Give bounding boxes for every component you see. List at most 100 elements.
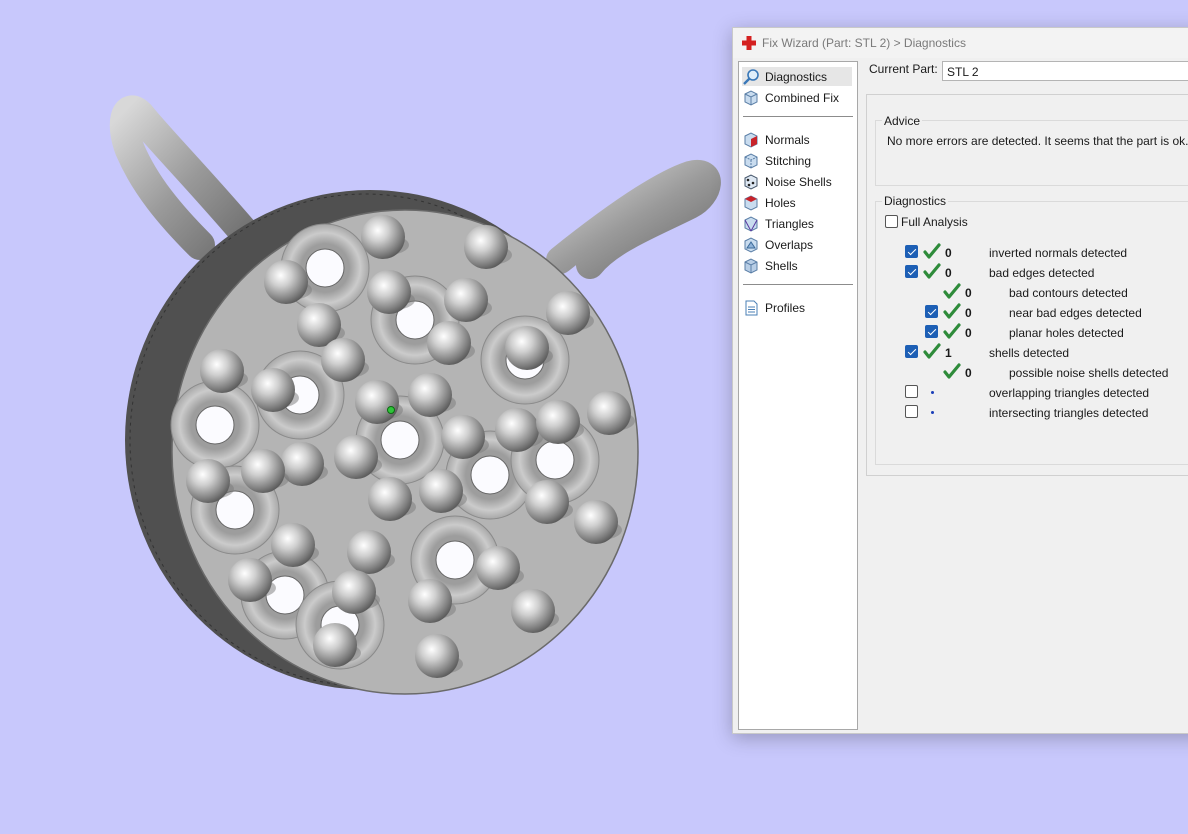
nav-item-combined-fix[interactable]: Combined Fix	[742, 88, 852, 107]
diagnostic-label: shells detected	[989, 346, 1070, 360]
diagnostic-count: 0	[965, 366, 972, 380]
diagnostic-checkbox[interactable]	[905, 385, 918, 398]
current-part-field[interactable]: STL 2	[942, 61, 1188, 81]
diagnostic-checkbox[interactable]	[905, 245, 918, 258]
ball	[464, 225, 508, 269]
nav-item-diagnostics[interactable]: Diagnostics	[742, 67, 852, 86]
diagnostic-checkbox[interactable]	[905, 345, 918, 358]
nav-item-normals[interactable]: Normals	[742, 130, 852, 149]
nav-item-label: Diagnostics	[765, 69, 828, 84]
diagnostic-label: possible noise shells detected	[1009, 366, 1169, 380]
not-run-dot-icon	[931, 411, 934, 414]
ball	[251, 368, 295, 412]
ball	[332, 570, 376, 614]
diagnostic-checkbox[interactable]	[905, 405, 918, 418]
diagnostics-title: Diagnostics	[882, 194, 949, 208]
fix-wizard-window: Fix Wizard (Part: STL 2) > Diagnostics D…	[732, 27, 1188, 734]
nav-item-holes[interactable]: Holes	[742, 193, 852, 212]
cube-icon	[744, 89, 758, 106]
ball	[444, 278, 488, 322]
triangles-icon	[744, 215, 758, 232]
ball	[408, 579, 452, 623]
diagnostic-label: overlapping triangles detected	[989, 386, 1150, 400]
ball	[361, 215, 405, 259]
diagnostic-label: bad edges detected	[989, 266, 1095, 280]
noise-shells-icon	[744, 173, 758, 190]
diagnostic-label: intersecting triangles detected	[989, 406, 1149, 420]
ball	[264, 260, 308, 304]
check-icon	[923, 263, 941, 279]
diagnostic-checkbox[interactable]	[925, 325, 938, 338]
nav-item-profiles[interactable]: Profiles	[742, 298, 852, 317]
stitching-icon	[744, 152, 758, 169]
full-analysis-label: Full Analysis	[901, 215, 968, 229]
diagnostic-checkbox[interactable]	[905, 265, 918, 278]
diagnostic-label: inverted normals detected	[989, 246, 1128, 260]
hole	[435, 540, 475, 580]
ball	[200, 349, 244, 393]
hole	[470, 455, 510, 495]
ball	[574, 500, 618, 544]
check-icon	[943, 363, 961, 379]
ball	[505, 326, 549, 370]
ball	[321, 338, 365, 382]
nav-item-shells[interactable]: Shells	[742, 256, 852, 275]
diagnostic-label: bad contours detected	[1009, 286, 1128, 300]
diagnostic-count: 0	[965, 306, 972, 320]
diagnostic-checkbox[interactable]	[925, 305, 938, 318]
magnifier-icon	[743, 68, 759, 85]
left-loop	[109, 95, 270, 260]
nav-item-label: Triangles	[765, 216, 814, 231]
ball	[536, 400, 580, 444]
document-icon	[745, 300, 758, 315]
normals-cube-icon	[744, 131, 758, 148]
hole	[380, 420, 420, 460]
diagnostic-count: 0	[965, 286, 972, 300]
pivot-point-icon	[387, 406, 395, 414]
title-bar[interactable]: Fix Wizard (Part: STL 2) > Diagnostics	[733, 28, 1188, 58]
ball	[415, 634, 459, 678]
advice-title: Advice	[882, 114, 923, 128]
nav-item-triangles[interactable]: Triangles	[742, 214, 852, 233]
nav-item-label: Holes	[765, 195, 796, 210]
holes-cube-icon	[744, 194, 758, 211]
advice-text: No more errors are detected. It seems th…	[887, 134, 1188, 148]
red-cross-icon	[742, 36, 756, 50]
ball	[546, 291, 590, 335]
nav-item-label: Profiles	[765, 300, 806, 315]
ball	[347, 530, 391, 574]
ball	[427, 321, 471, 365]
ball	[511, 589, 555, 633]
full-analysis-checkbox[interactable]	[885, 215, 898, 228]
nav-item-label: Combined Fix	[765, 90, 840, 105]
nav-item-overlaps[interactable]: Overlaps	[742, 235, 852, 254]
nav-item-label: Shells	[765, 258, 798, 273]
shells-icon	[744, 257, 758, 274]
wizard-nav-list: Diagnostics Combined Fix Normals Stitchi…	[738, 61, 858, 730]
hole	[535, 440, 575, 480]
advice-group	[875, 120, 1188, 186]
nav-divider	[743, 284, 853, 285]
ball	[241, 449, 285, 493]
hole	[195, 405, 235, 445]
window-title: Fix Wizard (Part: STL 2) > Diagnostics	[762, 36, 966, 50]
hole	[305, 248, 345, 288]
check-icon	[943, 303, 961, 319]
nav-item-noise-shells[interactable]: Noise Shells	[742, 172, 852, 191]
check-icon	[923, 343, 941, 359]
check-icon	[943, 283, 961, 299]
current-part-label: Current Part:	[869, 62, 938, 76]
ball	[334, 435, 378, 479]
ball	[476, 546, 520, 590]
ball	[587, 391, 631, 435]
ball	[228, 558, 272, 602]
ball	[313, 623, 357, 667]
check-icon	[943, 323, 961, 339]
3d-viewport[interactable]	[0, 0, 730, 834]
diagnostic-count: 0	[945, 246, 952, 260]
nav-item-stitching[interactable]: Stitching	[742, 151, 852, 170]
diagnostic-label: planar holes detected	[1009, 326, 1124, 340]
right-loop	[546, 160, 721, 279]
ball	[408, 373, 452, 417]
nav-item-label: Overlaps	[765, 237, 814, 252]
